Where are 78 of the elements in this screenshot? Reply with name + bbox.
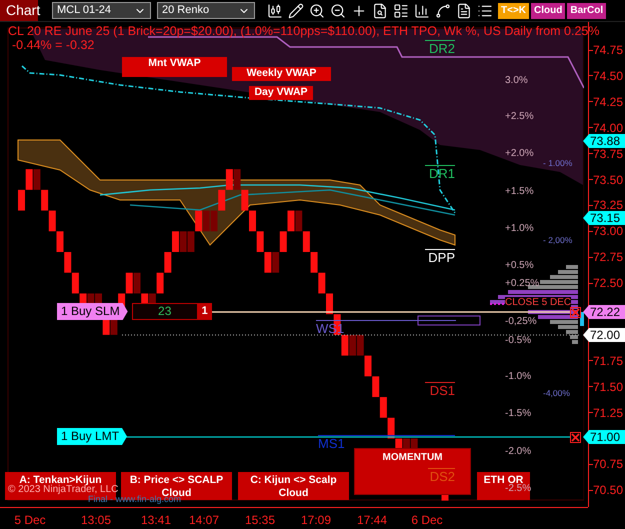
price-label: 74.25 xyxy=(593,96,624,108)
order-tag[interactable]: 1 Buy SLM xyxy=(57,303,128,320)
price-marker: 71.00 xyxy=(583,430,625,444)
percent-level: -1.0% xyxy=(505,371,532,383)
price-label: 73.25 xyxy=(593,199,624,212)
pivot-label: DS1 xyxy=(425,382,455,398)
range-box xyxy=(418,316,480,326)
signal-box: C: Kijun <> Scalp Cloud xyxy=(238,472,349,500)
price-label: 72.50 xyxy=(593,277,624,290)
price-label: 70.75 xyxy=(593,458,624,470)
line-chart-icon[interactable] xyxy=(435,2,451,18)
percent-level: -1.5% xyxy=(505,408,532,420)
price-change: -0.44% = -0.32 xyxy=(12,38,94,52)
vwap-label: Day VWAP xyxy=(249,86,313,100)
pivot-label: DS2 xyxy=(428,468,455,484)
price-label: 71.75 xyxy=(593,354,624,367)
weekly-level: - 1.00% xyxy=(543,158,572,169)
pivot-label: MS1 xyxy=(318,435,455,451)
instrument-dropdown[interactable]: MCL 01-24 xyxy=(52,2,151,19)
order-count[interactable]: 1 xyxy=(198,303,212,320)
order-tag[interactable]: 1 Buy LMT xyxy=(57,428,128,445)
time-label: 14:07 xyxy=(188,513,220,527)
percent-level: +0.5% xyxy=(505,260,534,272)
percent-level: -0.5% xyxy=(505,335,532,347)
price-label: 74.00 xyxy=(593,122,624,134)
price-label: 73.50 xyxy=(593,174,624,186)
percent-level: +1.5% xyxy=(505,186,534,198)
file-search-icon[interactable] xyxy=(372,2,388,18)
price-label: 71.50 xyxy=(593,380,624,393)
document-icon[interactable] xyxy=(456,2,472,18)
price-marker: 72.00 xyxy=(583,328,625,342)
time-label: 13:05 xyxy=(80,513,112,527)
quantity-field[interactable]: 23 xyxy=(132,303,198,320)
bar-chart-icon[interactable] xyxy=(414,2,430,18)
position-bar xyxy=(580,312,584,326)
close-dotted-line xyxy=(490,303,504,305)
close-icon[interactable] xyxy=(570,307,581,318)
price-label: 73.75 xyxy=(593,148,624,160)
percent-level: 3.0% xyxy=(505,75,528,87)
weekly-level: - 2,00% xyxy=(543,235,572,246)
time-label: 13:41 xyxy=(140,513,172,527)
price-label: 71.25 xyxy=(593,406,624,419)
time-label: 17:44 xyxy=(356,513,388,527)
price-marker: 72.22 xyxy=(583,305,625,319)
price-label: 72.75 xyxy=(593,251,624,264)
properties-icon[interactable] xyxy=(393,2,409,18)
price-label: 74.50 xyxy=(593,70,624,82)
price-label: 74.75 xyxy=(593,44,624,56)
weekly-level: -4,00% xyxy=(543,388,570,399)
time-label: 6 Dec xyxy=(410,513,444,527)
zoom-out-icon[interactable] xyxy=(330,2,346,18)
time-label: 15:35 xyxy=(244,513,276,527)
percent-level: -2.0% xyxy=(505,446,532,458)
vwap-label: Mnt VWAP xyxy=(122,57,227,77)
percent-level: +1.0% xyxy=(505,223,534,235)
close-label: CLOSE 5 DEC xyxy=(505,297,572,309)
percent-level: +0.25% xyxy=(505,278,540,290)
bar-type-dropdown[interactable]: 20 Renko xyxy=(157,2,255,19)
vwap-label: Weekly VWAP xyxy=(232,67,331,81)
indicator-toggle[interactable]: Cloud xyxy=(531,2,566,18)
close-icon[interactable] xyxy=(570,432,581,443)
price-marker: 73.88 xyxy=(583,134,625,148)
price-label: 70.50 xyxy=(593,484,624,496)
percent-level: -0,25% xyxy=(505,316,537,328)
percent-level: +2.5% xyxy=(505,111,534,123)
pencil-icon[interactable] xyxy=(288,2,304,18)
indicator-toggle[interactable]: BarCol xyxy=(567,2,606,18)
time-label: 5 Dec xyxy=(13,513,47,527)
zoom-in-icon[interactable] xyxy=(309,2,325,18)
pivot-label: DPP xyxy=(425,249,455,265)
price-label: 73.00 xyxy=(593,225,624,238)
chart-title: Chart xyxy=(0,0,38,21)
time-label: 17:09 xyxy=(300,513,332,527)
candlestick-icon[interactable] xyxy=(267,2,283,18)
price-marker: 73.15 xyxy=(583,211,625,225)
percent-level: +2.0% xyxy=(505,148,534,160)
pivot-label: DR1 xyxy=(425,165,455,181)
pivot-label: DR2 xyxy=(425,40,455,56)
